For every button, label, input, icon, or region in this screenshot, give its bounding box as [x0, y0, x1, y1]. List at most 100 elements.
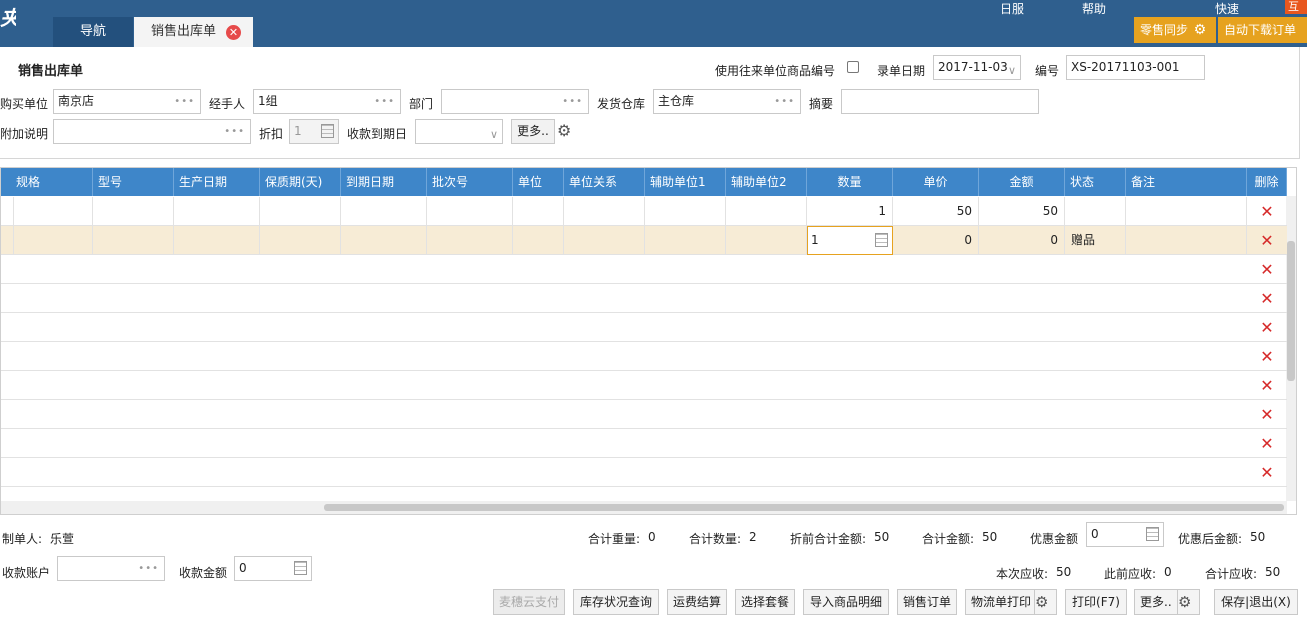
delete-row-icon[interactable]: ✕ [1247, 255, 1287, 284]
col-model[interactable]: 型号 [93, 168, 174, 196]
table-row[interactable]: ✕ [1, 429, 1287, 458]
ellipsis-icon[interactable]: ••• [138, 557, 159, 580]
ellipsis-icon[interactable]: ••• [562, 90, 583, 113]
logistics-print-button[interactable]: 物流单打印 ⚙ [965, 589, 1057, 615]
table-cell[interactable] [726, 226, 807, 255]
table-cell[interactable] [427, 197, 513, 226]
price-cell[interactable]: 50 [893, 197, 979, 226]
gear-icon[interactable]: ⚙ [1192, 17, 1208, 43]
use-partner-code-checkbox[interactable] [847, 61, 859, 73]
col-aux-unit-2[interactable]: 辅助单位2 [726, 168, 807, 196]
table-row[interactable]: ✕ [1, 342, 1287, 371]
table-cell[interactable] [564, 226, 645, 255]
ellipsis-icon[interactable]: ••• [174, 90, 195, 113]
qty-cell[interactable]: 1 [807, 197, 893, 226]
calculator-icon[interactable] [294, 561, 307, 575]
remark-cell[interactable] [1126, 197, 1247, 226]
note-field[interactable]: ••• [53, 119, 251, 144]
ellipsis-icon[interactable]: ••• [774, 90, 795, 113]
horizontal-scrollbar[interactable] [1, 501, 1287, 514]
table-cell[interactable] [513, 226, 564, 255]
table-cell[interactable] [341, 226, 427, 255]
close-icon[interactable]: ✕ [226, 25, 241, 40]
table-cell[interactable] [93, 226, 174, 255]
ellipsis-icon[interactable]: ••• [224, 120, 245, 143]
col-shelf-life[interactable]: 保质期(天) [260, 168, 341, 196]
summary-field[interactable] [841, 89, 1039, 114]
menu-fragment-service[interactable]: 日服 [1000, 0, 1024, 16]
col-quantity[interactable]: 数量 [807, 168, 893, 196]
freight-settle-button[interactable]: 运费结算 [667, 589, 727, 615]
warehouse-field[interactable]: 主仓库 ••• [653, 89, 801, 114]
gear-icon[interactable]: ⚙ [1177, 590, 1199, 614]
select-package-button[interactable]: 选择套餐 [735, 589, 795, 615]
tab-navigation[interactable]: 导航 [53, 17, 133, 47]
price-cell[interactable]: 0 [893, 226, 979, 255]
col-production-date[interactable]: 生产日期 [174, 168, 260, 196]
delete-row-icon[interactable]: ✕ [1247, 313, 1287, 342]
table-row[interactable]: 1 50 50 ✕ [1, 197, 1287, 226]
save-exit-button[interactable]: 保存|退出(X) [1214, 589, 1298, 615]
table-row[interactable]: ✕ [1, 371, 1287, 400]
table-cell[interactable] [427, 226, 513, 255]
receive-amount-field[interactable]: 0 [234, 556, 312, 581]
col-unit-relation[interactable]: 单位关系 [564, 168, 645, 196]
more-actions-button[interactable]: 更多.. ⚙ [1134, 589, 1200, 615]
chevron-down-icon[interactable]: ∨ [1008, 59, 1016, 82]
retail-sync-button[interactable]: 零售同步 ⚙ [1134, 17, 1216, 43]
number-field[interactable]: XS-20171103-001 [1066, 55, 1205, 80]
amount-cell[interactable]: 0 [979, 226, 1065, 255]
col-amount[interactable]: 金额 [979, 168, 1065, 196]
ellipsis-icon[interactable]: ••• [374, 90, 395, 113]
gear-icon[interactable]: ⚙ [1034, 590, 1056, 614]
col-status[interactable]: 状态 [1065, 168, 1126, 196]
table-row[interactable]: ✕ [1, 313, 1287, 342]
chevron-down-icon[interactable]: ∨ [490, 123, 498, 146]
delete-row-icon[interactable]: ✕ [1247, 429, 1287, 458]
print-button[interactable]: 打印(F7) [1065, 589, 1127, 615]
table-cell[interactable] [11, 226, 93, 255]
table-row[interactable]: ✕ [1, 255, 1287, 284]
table-cell[interactable] [645, 226, 726, 255]
table-row[interactable]: ✕ [1, 284, 1287, 313]
table-cell[interactable] [260, 226, 341, 255]
calculator-icon[interactable] [875, 233, 888, 247]
qty-edit-input[interactable]: 1 [807, 226, 893, 255]
table-cell[interactable] [726, 197, 807, 226]
status-cell[interactable] [1065, 197, 1126, 226]
col-remark[interactable]: 备注 [1126, 168, 1247, 196]
table-cell[interactable] [174, 226, 260, 255]
col-expiry-date[interactable]: 到期日期 [341, 168, 427, 196]
table-cell[interactable] [11, 197, 93, 226]
auto-download-orders-button[interactable]: 自动下载订单 [1218, 17, 1307, 43]
stock-query-button[interactable]: 库存状况查询 [573, 589, 659, 615]
handler-field[interactable]: 1组 ••• [253, 89, 401, 114]
calculator-icon[interactable] [1146, 527, 1159, 541]
dept-field[interactable]: ••• [441, 89, 589, 114]
table-cell[interactable] [341, 197, 427, 226]
delete-row-icon[interactable]: ✕ [1247, 342, 1287, 371]
scroll-thumb[interactable] [324, 504, 1284, 511]
discount-amount-field[interactable]: 0 [1086, 522, 1164, 547]
table-cell[interactable] [93, 197, 174, 226]
status-cell[interactable]: 赠品 [1065, 226, 1126, 255]
table-cell[interactable] [513, 197, 564, 226]
delete-row-icon[interactable]: ✕ [1247, 226, 1287, 255]
remark-cell[interactable] [1126, 226, 1247, 255]
col-unit-price[interactable]: 单价 [893, 168, 979, 196]
col-batch[interactable]: 批次号 [427, 168, 513, 196]
due-date-select[interactable]: ∨ [415, 119, 503, 144]
table-row[interactable]: ✕ [1, 458, 1287, 487]
account-field[interactable]: ••• [57, 556, 165, 581]
tab-sales-outbound[interactable]: 销售出库单 ✕ [134, 17, 253, 47]
sales-order-button[interactable]: 销售订单 [897, 589, 957, 615]
col-delete[interactable]: 删除 [1247, 168, 1287, 196]
table-row[interactable]: 1 0 0 赠品 ✕ [1, 226, 1287, 255]
delete-row-icon[interactable]: ✕ [1247, 400, 1287, 429]
col-aux-unit-1[interactable]: 辅助单位1 [645, 168, 726, 196]
table-row[interactable]: ✕ [1, 400, 1287, 429]
table-cell[interactable] [174, 197, 260, 226]
corner-tag[interactable]: 互动 [1285, 0, 1307, 14]
more-button[interactable]: 更多.. [511, 119, 555, 144]
table-cell[interactable] [645, 197, 726, 226]
